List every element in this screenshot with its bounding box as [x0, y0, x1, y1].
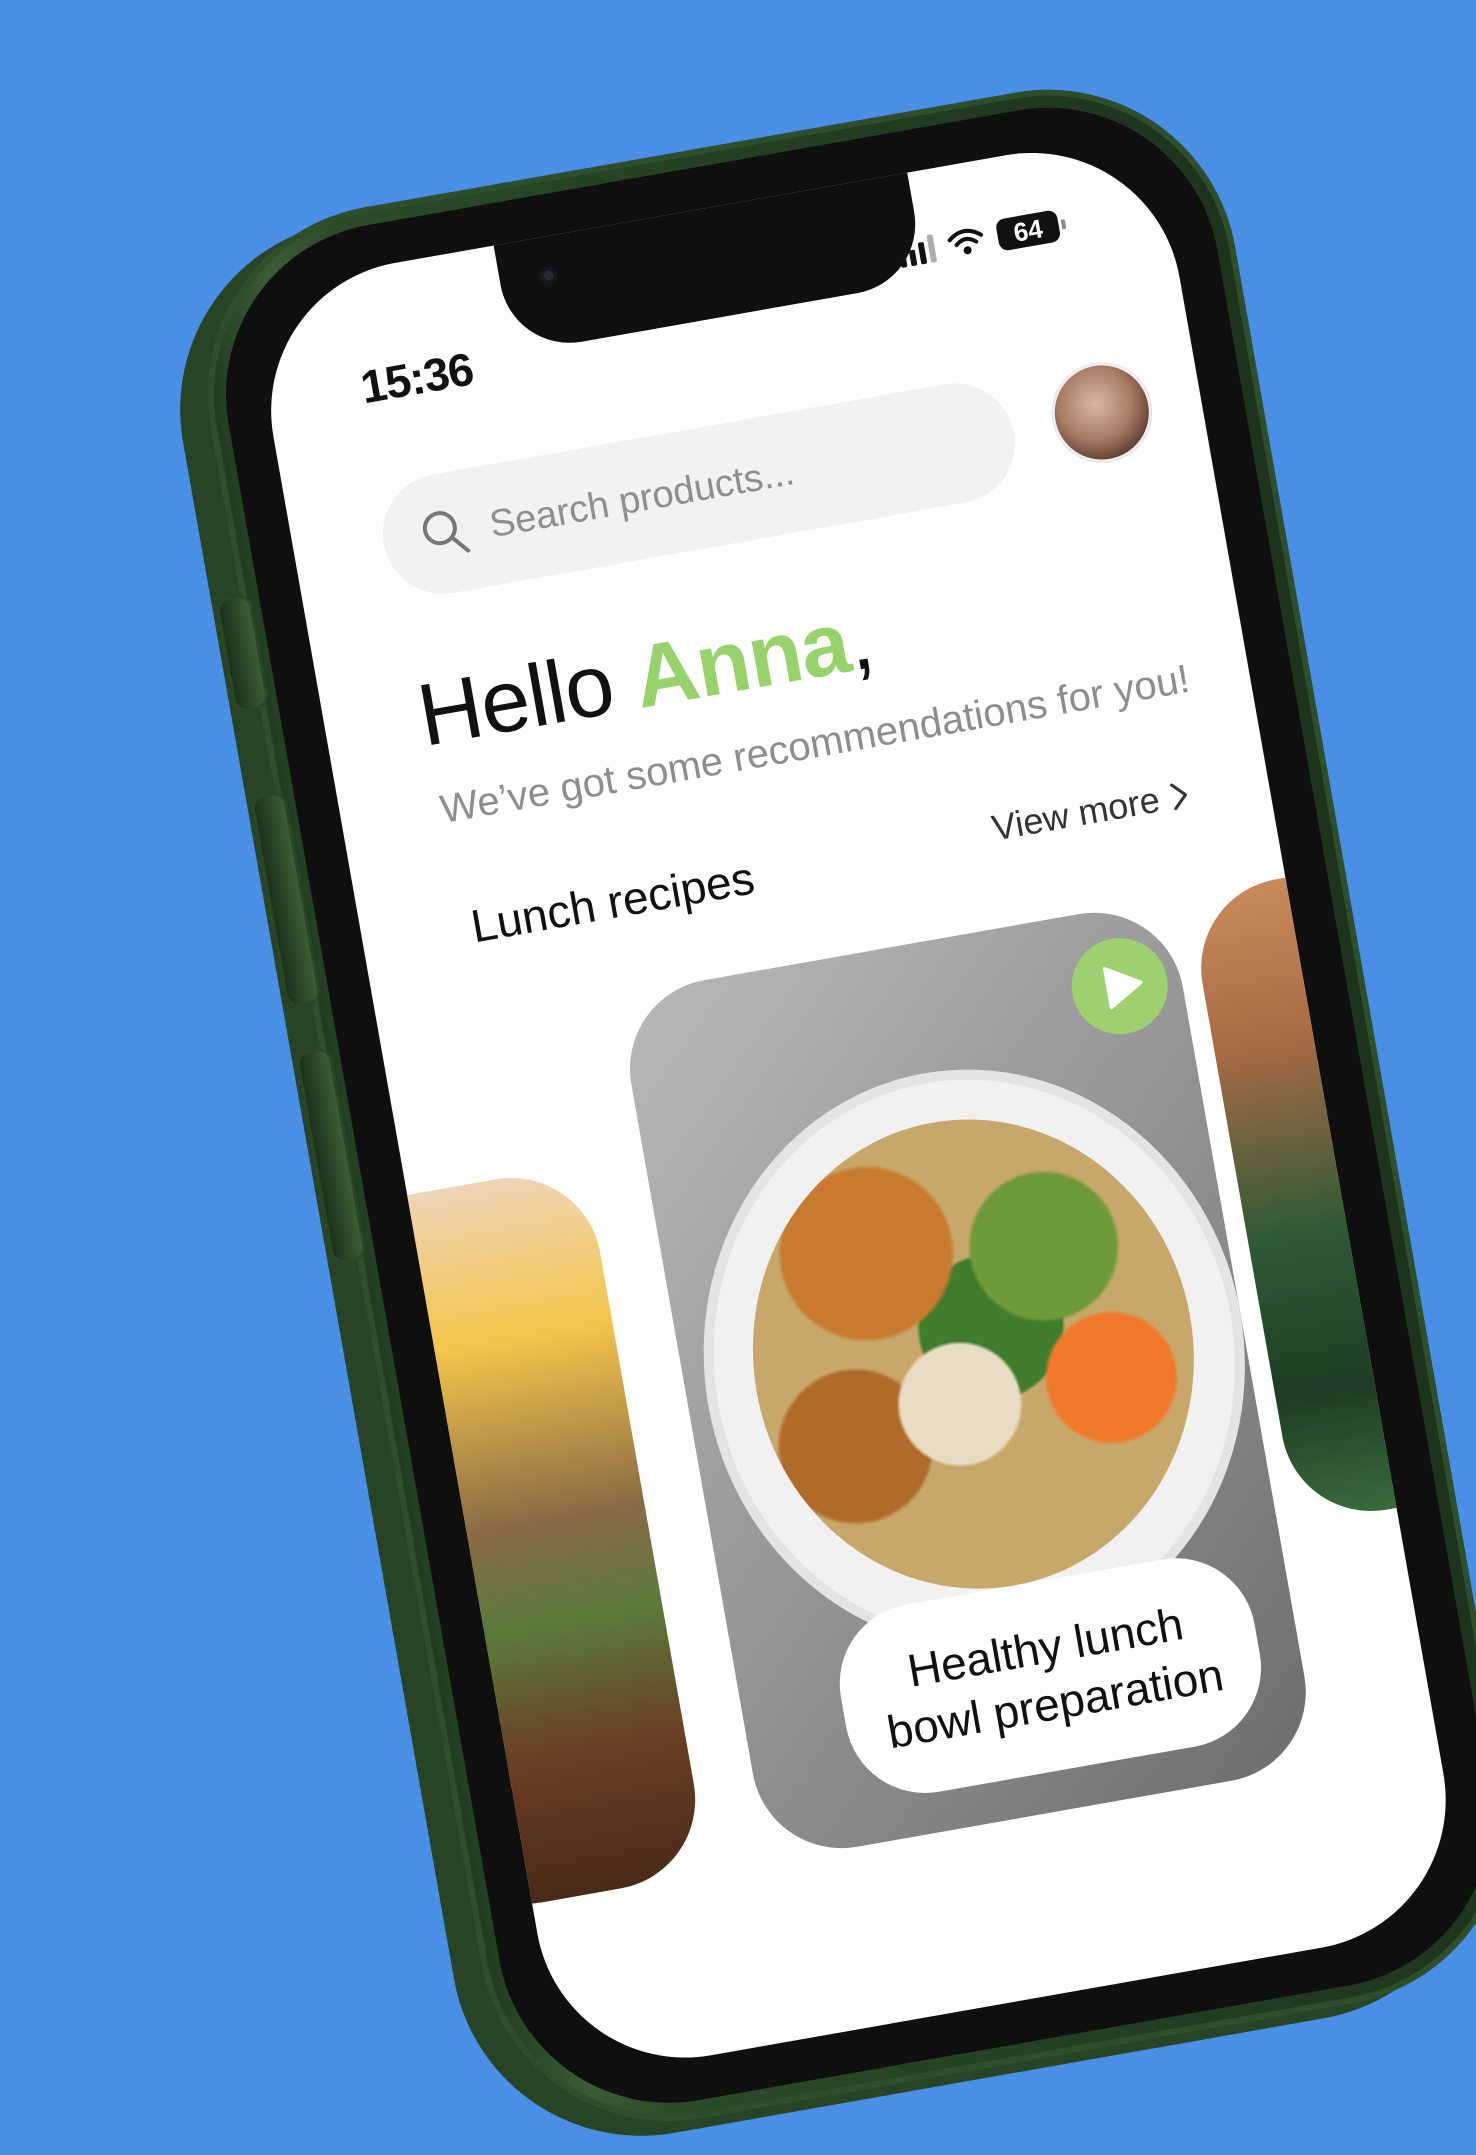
play-button[interactable] — [1064, 930, 1176, 1042]
signal-icon — [897, 232, 938, 269]
avatar[interactable] — [1043, 354, 1160, 471]
battery-icon: 64 — [994, 209, 1062, 252]
section-title: Lunch recipes — [467, 851, 759, 953]
view-more-link[interactable]: View more — [989, 773, 1193, 849]
status-time: 15:36 — [356, 342, 477, 414]
phone-bezel: 15:36 64 H — [198, 80, 1476, 2130]
greeting-hello: Hello — [410, 629, 644, 765]
status-icons: 64 — [896, 209, 1062, 269]
phone-mockup: 15:36 64 H — [177, 59, 1476, 2151]
notch — [491, 162, 927, 354]
search-input[interactable] — [484, 419, 969, 548]
app-screen: 15:36 64 H — [247, 129, 1470, 2082]
search-bar[interactable] — [373, 373, 1025, 604]
front-camera — [538, 265, 560, 286]
bowl-food — [715, 1084, 1231, 1624]
recipe-card-salad[interactable] — [328, 1163, 710, 1918]
chevron-right-icon — [1170, 783, 1188, 811]
view-more-label: View more — [988, 778, 1163, 849]
play-icon — [1102, 966, 1143, 1010]
greeting-name: Anna — [626, 591, 857, 727]
search-icon — [422, 511, 471, 553]
wifi-icon — [947, 228, 984, 255]
